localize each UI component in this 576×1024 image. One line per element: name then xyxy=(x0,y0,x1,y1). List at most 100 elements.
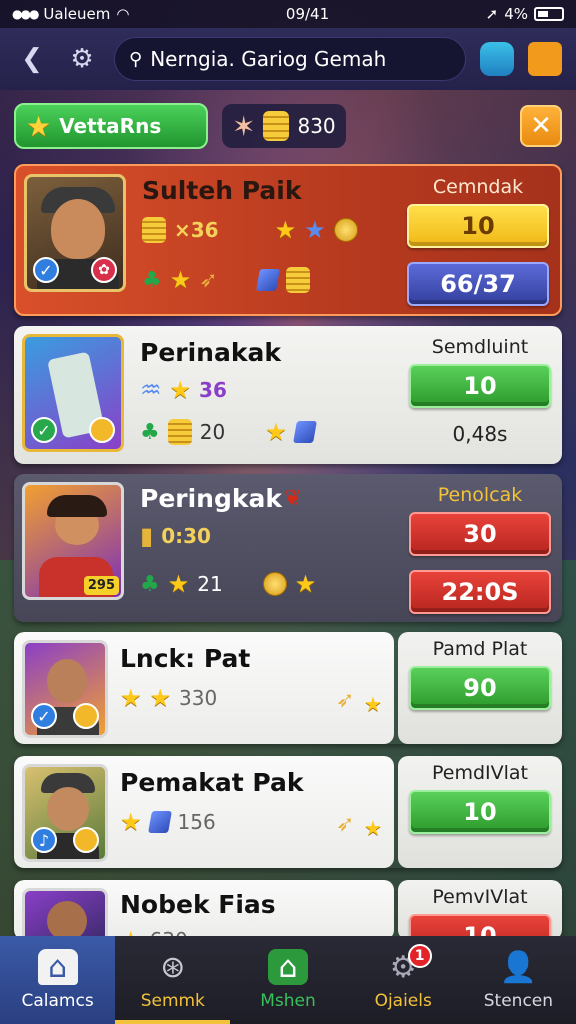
horn-icon: ➶ xyxy=(336,688,355,713)
tab-label: Mshen xyxy=(260,991,316,1011)
coin-badge-icon xyxy=(73,703,99,729)
card-actions: Penolcak 30 22:0S xyxy=(408,484,552,614)
horn-icon: ➶ xyxy=(199,267,218,293)
card-meta: ★ 156 xyxy=(120,808,216,836)
key-icon: ▮ xyxy=(140,522,154,550)
reward-count: 20 xyxy=(199,420,226,444)
carrier-name: Ualeuem xyxy=(43,5,111,23)
coin-count: 830 xyxy=(297,114,336,138)
person-icon: 👤 xyxy=(499,949,538,985)
list-item[interactable]: 295 Peringkak ❦ ▮ 0:30 ♣ ★ 21 ★ Penolcak… xyxy=(14,474,562,622)
vip-label: VettaRns xyxy=(59,114,162,138)
signal-icon: ●●● xyxy=(12,7,39,21)
tab-home[interactable]: ⌂ Calamcs xyxy=(0,936,116,1024)
star-icon: ★ xyxy=(169,266,192,294)
star-icon: ★ xyxy=(364,692,382,716)
card-title: Pemakat Pak xyxy=(120,768,304,797)
card-meta: ×36 ★ ★ xyxy=(142,216,358,244)
coin-icon xyxy=(262,572,287,596)
avatar xyxy=(22,888,108,940)
currency-row: ★ VettaRns ✶ 830 ✕ xyxy=(14,102,562,150)
column-label: PemdIVlat xyxy=(431,762,528,784)
tab-shop[interactable]: ⌂ Mshen xyxy=(230,936,345,1024)
star-icon: ★ xyxy=(274,216,297,244)
blue-star-icon: ★ xyxy=(304,216,326,244)
star-icon: ★ xyxy=(120,808,142,836)
list-item[interactable]: Nobek Fias ★ 630 PemvIVlat 10 xyxy=(14,880,562,940)
status-bar: ●●● Ualeuem ◠ 09/41 ➚ 4% xyxy=(0,0,576,28)
card-rewards: ♣ 20 ★ xyxy=(140,418,317,446)
card-title: Sulteh Paik xyxy=(142,176,302,205)
star-count: 330 xyxy=(179,686,218,710)
wifi-icon: ◠ xyxy=(116,5,130,23)
location-icon: ➚ xyxy=(485,5,499,23)
checkmark-icon: ✓ xyxy=(33,257,59,283)
tab-label: Stencen xyxy=(483,991,554,1011)
battery-percent: 4% xyxy=(504,5,528,23)
card-title: Lnck: Pat xyxy=(120,644,251,673)
back-arrow-icon[interactable]: ❮ xyxy=(14,41,50,77)
column-label: Pamd Plat xyxy=(432,638,528,660)
search-text: Nerngia. Gariog Gemah xyxy=(150,47,387,71)
secondary-button[interactable]: 22:0S xyxy=(409,570,551,614)
primary-button[interactable]: 30 xyxy=(409,512,551,556)
star-icon: ★ xyxy=(26,109,52,143)
primary-button[interactable]: 90 xyxy=(409,666,551,710)
battery-icon xyxy=(533,7,564,21)
chili-icon: ❦ xyxy=(284,486,303,511)
vip-button[interactable]: ★ VettaRns xyxy=(14,103,208,149)
horn-icon: ➶ xyxy=(336,812,355,837)
search-bar[interactable]: ⚲ Nerngia. Gariog Gemah xyxy=(114,37,466,81)
star-icon: ★ xyxy=(167,570,190,598)
list-item[interactable]: ✓ ✿ Sulteh Paik ×36 ★ ★ ♣ ★ ➶ Cemndak 10… xyxy=(14,164,562,316)
gem-icon: ♣ xyxy=(140,571,160,597)
bottom-tab-bar: ⌂ Calamcs ⊛ Semmk ⌂ Mshen ⚙ 1 Ojaiels 👤 … xyxy=(0,936,576,1024)
card-title: Peringkak xyxy=(140,484,282,513)
primary-button[interactable]: 10 xyxy=(409,790,551,834)
tab-profile[interactable]: 👤 Stencen xyxy=(461,936,576,1024)
card-actions: PemdIVlat 10 xyxy=(408,762,552,834)
column-label: Semdluint xyxy=(431,336,529,358)
tab-settings[interactable]: ⚙ 1 Ojaiels xyxy=(346,936,461,1024)
close-button[interactable]: ✕ xyxy=(520,105,562,147)
location-pin-icon: ⚲ xyxy=(129,48,143,70)
list-item[interactable]: ✓ Perinakak ♒ ★ 36 ♣ 20 ★ Semdluint 10 0… xyxy=(14,326,562,464)
card-meta: ▮ 0:30 xyxy=(140,522,211,550)
starfish-icon: ✶ xyxy=(232,109,256,143)
star-icon: ★ xyxy=(120,684,142,712)
robot-icon[interactable] xyxy=(480,42,514,76)
coin-badge-icon xyxy=(89,417,115,443)
notification-badge: 1 xyxy=(407,944,432,968)
gem-count: 156 xyxy=(177,810,216,834)
column-label: Cemndak xyxy=(432,176,524,198)
list-item[interactable]: ♪ Pemakat Pak ★ 156 ➶ ★ PemdIVlat 10 xyxy=(14,756,562,868)
coin-balance: ✶ 830 xyxy=(222,104,346,148)
level-badge: 295 xyxy=(83,576,119,595)
tab-label: Semmk xyxy=(140,991,205,1011)
avatar: ♪ xyxy=(22,764,108,862)
primary-button[interactable]: 10 xyxy=(409,364,551,408)
star-icon: ★ xyxy=(149,684,172,712)
card-title: Perinakak xyxy=(140,338,281,367)
avatar: ✓ xyxy=(22,640,108,738)
star-icon: ★ xyxy=(364,816,382,840)
blue-gem-icon xyxy=(147,811,172,833)
primary-button[interactable]: 10 xyxy=(407,204,549,248)
coins-icon xyxy=(167,419,192,445)
list-item[interactable]: ✓ Lnck: Pat ★ ★ 330 ➶ ★ Pamd Plat 90 xyxy=(14,632,562,744)
settings-gear-icon[interactable]: ⚙ xyxy=(64,41,100,77)
avatar: ✓ xyxy=(22,334,124,452)
timer-value: 0,48s xyxy=(452,422,508,446)
card-title: Nobek Fias xyxy=(120,890,276,919)
coins-icon xyxy=(142,217,166,243)
card-actions: PemvIVlat 10 xyxy=(408,886,552,940)
star-icon: ★ xyxy=(169,376,192,404)
secondary-button[interactable]: 66/37 xyxy=(407,262,549,306)
card-meta: ♒ ★ 36 xyxy=(140,376,227,404)
music-note-icon: ♪ xyxy=(31,827,57,853)
fish-icon: ♒ xyxy=(140,376,162,404)
puzzle-icon[interactable] xyxy=(528,42,562,76)
star-count: 21 xyxy=(197,572,223,596)
tab-search[interactable]: ⊛ Semmk xyxy=(115,936,231,1024)
blue-gem-icon xyxy=(292,421,317,443)
